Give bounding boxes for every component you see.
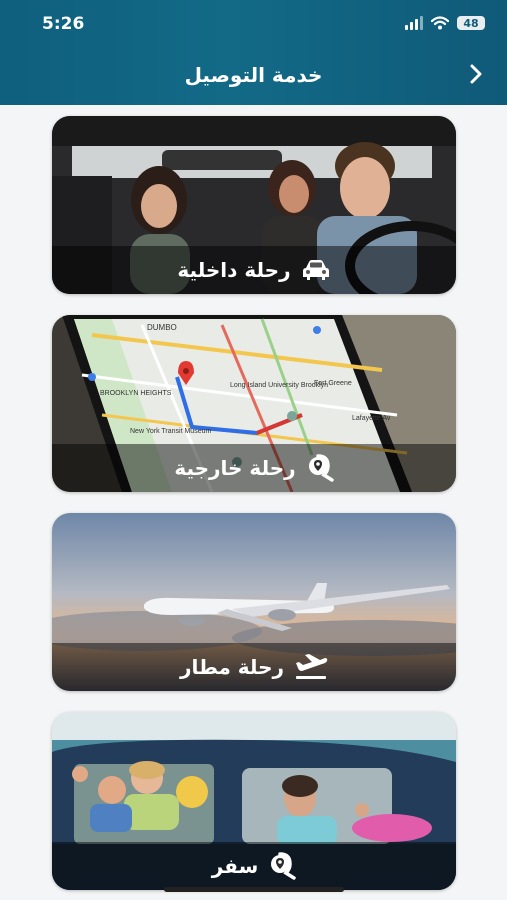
location-search-icon: [308, 454, 334, 482]
cellular-signal-icon: [405, 16, 423, 30]
map-place-transit-museum: New York Transit Museum: [130, 428, 211, 435]
map-place-dumbo: DUMBO: [147, 323, 177, 332]
service-card-external-trip[interactable]: DUMBO BROOKLYN HEIGHTS Long Island Unive…: [52, 315, 456, 492]
map-place-fort-greene: Fort Greene: [314, 380, 352, 387]
service-card-travel[interactable]: سفر: [52, 712, 456, 890]
home-indicator[interactable]: [164, 887, 344, 892]
app-header: 5:26 48 خدمة التوصيل: [0, 0, 507, 105]
card-label: رحلة خارجية: [174, 456, 296, 480]
status-time: 5:26: [42, 14, 85, 34]
chevron-right-icon[interactable]: [465, 62, 489, 86]
page-title: خدمة التوصيل: [184, 63, 323, 87]
card-caption: رحلة مطار: [52, 643, 456, 691]
car-icon: [302, 260, 329, 280]
map-place-brooklyn-heights: BROOKLYN HEIGHTS: [100, 390, 172, 397]
plane-takeoff-icon: [296, 654, 328, 679]
service-card-airport-trip[interactable]: رحلة مطار: [52, 513, 456, 691]
card-caption: سفر: [52, 842, 456, 890]
map-place-lafayette: Lafayette Av: [352, 415, 391, 422]
card-caption: رحلة داخلية: [52, 246, 456, 294]
card-label: رحلة داخلية: [177, 258, 291, 282]
wifi-icon: [431, 16, 449, 30]
card-label: سفر: [211, 854, 259, 878]
card-caption: رحلة خارجية: [52, 444, 456, 492]
service-card-internal-trip[interactable]: رحلة داخلية: [52, 116, 456, 294]
status-icons: 48: [405, 16, 485, 30]
card-label: رحلة مطار: [179, 655, 285, 679]
battery-indicator: 48: [457, 16, 485, 30]
location-search-icon: [271, 852, 296, 880]
